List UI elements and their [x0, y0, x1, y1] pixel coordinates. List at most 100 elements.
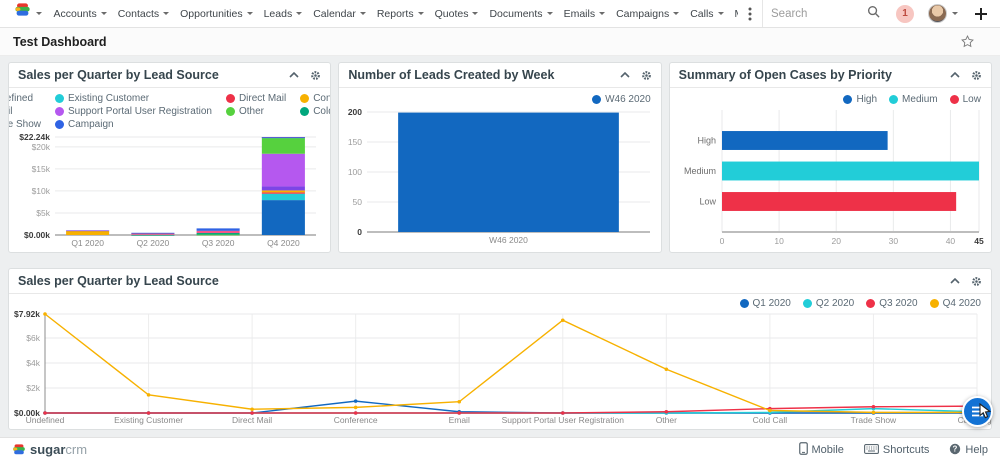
gear-icon[interactable]	[971, 276, 982, 287]
legend-label: Direct Mail	[239, 93, 286, 104]
gear-icon[interactable]	[971, 70, 982, 81]
chevron-down-icon	[673, 12, 679, 15]
svg-text:Existing Customer: Existing Customer	[114, 415, 183, 425]
gear-icon[interactable]	[310, 70, 321, 81]
legend-dot-icon	[889, 95, 898, 104]
legend-dot-icon	[843, 95, 852, 104]
list-lines-icon	[971, 406, 984, 417]
legend-label: Cold Call	[313, 106, 331, 117]
svg-text:?: ?	[953, 444, 958, 453]
legend-item-campaign[interactable]: Campaign	[55, 119, 212, 130]
chart-legend: Undefined Existing Customer Direct Mail Con…	[9, 88, 330, 132]
legend-item-medium[interactable]: Medium	[889, 94, 938, 105]
nav-item-accounts[interactable]: Accounts	[48, 8, 112, 20]
svg-text:20: 20	[831, 236, 841, 246]
dashboard-header: Test Dashboard	[0, 28, 1000, 56]
chart-legend: High Medium Low	[670, 88, 991, 106]
legend-item-other[interactable]: Other	[226, 106, 286, 117]
svg-text:200: 200	[348, 107, 362, 117]
collapse-chevron-icon[interactable]	[950, 72, 960, 78]
legend-label: Trade Show	[8, 119, 41, 130]
nav-item-meetings[interactable]: Meetings	[729, 8, 738, 20]
legend-label: Q3 2020	[879, 298, 917, 309]
legend-label: Q2 2020	[816, 298, 854, 309]
dashboard: Sales per Quarter by Lead Source Undefin…	[0, 56, 1000, 437]
nav-item-calls[interactable]: Calls	[685, 8, 729, 20]
nav-item-emails[interactable]: Emails	[558, 8, 611, 20]
svg-text:Direct Mail: Direct Mail	[232, 415, 272, 425]
nav-item-quotes[interactable]: Quotes	[429, 8, 484, 20]
svg-text:$4k: $4k	[26, 358, 40, 368]
legend-item-cold-call[interactable]: Cold Call	[300, 106, 331, 117]
svg-text:0: 0	[358, 227, 363, 237]
legend-label: Other	[239, 106, 264, 117]
dashlet-title: Number of Leads Created by Week	[348, 68, 608, 82]
favorite-star-icon[interactable]	[961, 35, 974, 48]
nav-item-leads[interactable]: Leads	[258, 8, 308, 20]
legend-item-undefined[interactable]: Undefined	[8, 93, 41, 104]
nav-item-documents[interactable]: Documents	[484, 8, 558, 20]
line-chart[interactable]: UndefinedExisting CustomerDirect MailCon…	[11, 309, 991, 427]
legend-item-support-portal-user-registration[interactable]: Support Portal User Registration	[55, 106, 212, 117]
legend-label: Existing Customer	[68, 93, 149, 104]
search-icon[interactable]	[867, 5, 880, 23]
dashlet-header: Sales per Quarter by Lead Source	[9, 269, 991, 294]
more-modules-button[interactable]	[738, 7, 762, 21]
svg-text:W46 2020: W46 2020	[489, 235, 528, 245]
help-icon: ?	[949, 443, 961, 458]
search-input[interactable]	[771, 8, 863, 20]
legend-item-trade-show[interactable]: Trade Show	[8, 119, 41, 130]
bar-chart[interactable]: 050100150200W46 2020	[341, 106, 661, 248]
svg-text:Low: Low	[699, 197, 716, 207]
svg-text:Q4 2020: Q4 2020	[267, 238, 300, 248]
notification-badge[interactable]: 1	[896, 5, 914, 23]
svg-text:$5k: $5k	[36, 208, 50, 218]
floating-actions-button[interactable]	[962, 396, 993, 427]
nav-item-calendar[interactable]: Calendar	[308, 8, 372, 20]
sugarcrm-logo[interactable]: sugarcrm	[12, 441, 87, 459]
svg-text:$22.24k: $22.24k	[19, 132, 50, 142]
quick-create-button[interactable]	[974, 7, 988, 21]
legend-item-existing-customer[interactable]: Existing Customer	[55, 93, 212, 104]
collapse-chevron-icon[interactable]	[620, 72, 630, 78]
svg-text:45: 45	[974, 236, 984, 246]
collapse-chevron-icon[interactable]	[289, 72, 299, 78]
footer-link-shortcuts[interactable]: Shortcuts	[864, 444, 929, 457]
legend-dot-icon	[950, 95, 959, 104]
legend-item-conference[interactable]: Conference	[300, 93, 331, 104]
legend-item-w46-2020[interactable]: W46 2020	[592, 94, 651, 105]
legend-label: Conference	[313, 93, 331, 104]
svg-text:100: 100	[348, 167, 362, 177]
legend-item-q3-2020[interactable]: Q3 2020	[866, 298, 917, 309]
dashlet-title: Sales per Quarter by Lead Source	[18, 274, 939, 288]
legend-item-q1-2020[interactable]: Q1 2020	[740, 298, 791, 309]
legend-dot-icon	[592, 95, 601, 104]
legend-item-high[interactable]: High	[843, 94, 877, 105]
legend-item-q2-2020[interactable]: Q2 2020	[803, 298, 854, 309]
brand-text-bold: sugar	[30, 442, 65, 457]
dashlet-header: Summary of Open Cases by Priority	[670, 63, 991, 88]
legend-item-direct-mail[interactable]: Direct Mail	[226, 93, 286, 104]
nav-item-campaigns[interactable]: Campaigns	[611, 8, 685, 20]
plus-icon	[974, 7, 988, 21]
footer-link-mobile[interactable]: Mobile	[799, 442, 844, 458]
legend-label: W46 2020	[605, 94, 651, 105]
horizontal-bar-chart[interactable]: 01020304045HighMediumLow	[672, 106, 992, 248]
collapse-chevron-icon[interactable]	[950, 278, 960, 284]
chart-legend: W46 2020	[339, 88, 660, 106]
chevron-down-icon	[360, 12, 366, 15]
nav-item-opportunities[interactable]: Opportunities	[175, 8, 258, 20]
svg-text:$0.00k: $0.00k	[24, 230, 50, 240]
chevron-down-icon	[547, 12, 553, 15]
footer-link-help[interactable]: ?Help	[949, 443, 988, 458]
dashlet-header: Number of Leads Created by Week	[339, 63, 660, 88]
nav-item-reports[interactable]: Reports	[371, 8, 429, 20]
stacked-bar-chart[interactable]: $0.00k$5k$10k$15k$20k$22.24kQ1 2020Q2 20…	[11, 132, 331, 250]
legend-item-low[interactable]: Low	[950, 94, 981, 105]
nav-item-contacts[interactable]: Contacts	[112, 8, 174, 20]
gear-icon[interactable]	[641, 70, 652, 81]
legend-item-email[interactable]: Email	[8, 106, 41, 117]
app-menu-button[interactable]	[8, 3, 48, 24]
user-menu[interactable]	[928, 4, 958, 23]
legend-item-q4-2020[interactable]: Q4 2020	[930, 298, 981, 309]
